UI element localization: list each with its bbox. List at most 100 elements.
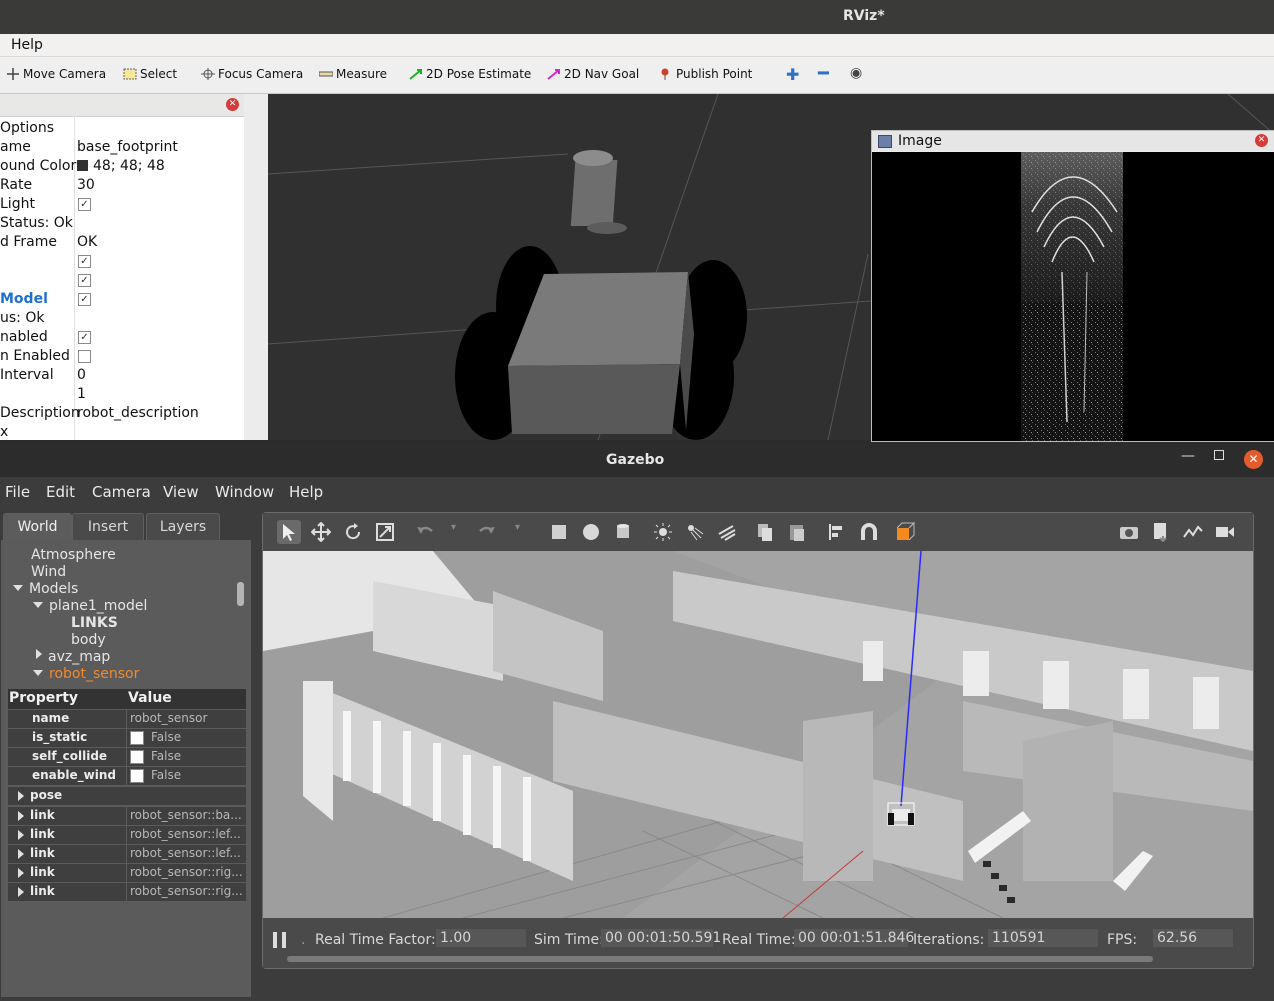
tree-item-avz-map[interactable]: avz_map [36, 649, 110, 665]
checkbox[interactable] [130, 731, 144, 745]
translate-icon[interactable] [311, 522, 331, 542]
expand-arrow-icon[interactable] [18, 849, 24, 859]
screenshot-camera-icon[interactable] [1119, 522, 1139, 542]
panel-splitter[interactable] [244, 94, 268, 440]
eye-icon[interactable]: ◉ [850, 65, 862, 81]
gazebo-3d-scene[interactable] [263, 551, 1253, 918]
property-row-link[interactable]: link robot_sensor::rig... [8, 883, 246, 902]
plot-icon[interactable] [1183, 522, 1203, 542]
tab-insert[interactable]: Insert [72, 513, 144, 540]
sphere-shape-icon[interactable] [581, 522, 601, 542]
property-row-is-static[interactable]: is_static False [8, 729, 246, 748]
tree-scrollbar[interactable] [237, 582, 244, 606]
snap-magnet-icon[interactable] [859, 522, 879, 542]
remove-tool-icon[interactable]: ━ [818, 63, 829, 84]
expand-arrow-icon[interactable] [13, 585, 23, 591]
add-tool-icon[interactable]: ✚ [786, 65, 799, 84]
redo-icon[interactable] [477, 522, 497, 542]
checkbox[interactable]: ✓ [78, 293, 91, 306]
display-row[interactable]: n Enabled [0, 347, 244, 366]
box-shape-icon[interactable] [549, 522, 569, 542]
display-row[interactable]: ✓ [0, 271, 244, 290]
tree-item-robot-sensor[interactable]: robot_sensor [33, 666, 139, 682]
display-row[interactable]: Light ✓ [0, 195, 244, 214]
pause-icon[interactable] [273, 932, 287, 948]
paste-icon[interactable] [787, 522, 807, 542]
point-light-icon[interactable] [653, 522, 673, 542]
scale-icon[interactable] [375, 522, 395, 542]
video-record-icon[interactable] [1215, 522, 1235, 542]
display-row[interactable]: Status: Ok [0, 214, 244, 233]
display-row[interactable]: Description robot_description [0, 404, 244, 423]
display-row[interactable]: ame base_footprint [0, 138, 244, 157]
tree-item-models[interactable]: Models [13, 581, 78, 597]
menu-camera[interactable]: Camera [92, 483, 151, 501]
checkbox[interactable] [130, 769, 144, 783]
tab-world[interactable]: World [3, 513, 72, 540]
menu-help[interactable]: Help [289, 483, 323, 501]
property-row-enable-wind[interactable]: enable_wind False [8, 767, 246, 786]
tab-layers[interactable]: Layers [146, 513, 220, 540]
checkbox[interactable]: ✓ [78, 274, 91, 287]
collapse-arrow-icon[interactable] [36, 649, 42, 659]
focus-camera-tool[interactable]: Focus Camera [201, 67, 303, 81]
checkbox[interactable] [130, 750, 144, 764]
directional-light-icon[interactable] [717, 522, 737, 542]
expand-arrow-icon[interactable] [18, 811, 24, 821]
tree-item-links[interactable]: LINKS [71, 615, 118, 631]
dropdown-arrow-icon[interactable]: ▾ [451, 522, 471, 542]
copy-icon[interactable] [755, 522, 775, 542]
maximize-icon[interactable] [1214, 450, 1224, 460]
display-row[interactable]: Interval 0 [0, 366, 244, 385]
display-row[interactable]: 1 [0, 385, 244, 404]
expand-arrow-icon[interactable] [18, 868, 24, 878]
select-arrow-icon[interactable] [277, 520, 301, 544]
cylinder-shape-icon[interactable] [613, 522, 633, 542]
expand-arrow-icon[interactable] [18, 791, 24, 801]
menu-edit[interactable]: Edit [46, 483, 75, 501]
property-row-link[interactable]: link robot_sensor::lef... [8, 826, 246, 845]
align-icon[interactable] [827, 522, 847, 542]
select-tool[interactable]: Select [123, 67, 177, 81]
dropdown-arrow-icon[interactable]: ▾ [515, 522, 535, 542]
expand-arrow-icon[interactable] [18, 830, 24, 840]
property-row-name[interactable]: name robot_sensor [8, 710, 246, 729]
tree-item-body[interactable]: body [71, 632, 106, 648]
spot-light-icon[interactable] [685, 522, 705, 542]
display-row[interactable]: d Frame OK [0, 233, 244, 252]
checkbox[interactable]: ✓ [78, 198, 91, 211]
undo-icon[interactable] [415, 522, 435, 542]
pose-estimate-tool[interactable]: 2D Pose Estimate [409, 67, 531, 81]
display-row[interactable]: us: Ok [0, 309, 244, 328]
expand-arrow-icon[interactable] [33, 670, 43, 676]
close-icon[interactable]: ✕ [226, 98, 239, 111]
close-icon[interactable]: ✕ [1244, 450, 1263, 469]
menu-view[interactable]: View [163, 483, 199, 501]
checkbox[interactable] [78, 350, 91, 363]
menu-window[interactable]: Window [215, 483, 274, 501]
display-row[interactable]: Options [0, 119, 244, 138]
checkbox[interactable]: ✓ [78, 255, 91, 268]
checkbox[interactable]: ✓ [78, 331, 91, 344]
rviz-menu-help[interactable]: Help [11, 37, 43, 53]
view-angle-icon[interactable] [895, 522, 915, 542]
display-row[interactable]: Rate 30 [0, 176, 244, 195]
menu-file[interactable]: File [5, 483, 30, 501]
nav-goal-tool[interactable]: 2D Nav Goal [547, 67, 639, 81]
log-icon[interactable] [1151, 522, 1171, 542]
minimize-icon[interactable]: — [1181, 448, 1195, 464]
display-row[interactable]: ✓ [0, 252, 244, 271]
display-row[interactable]: Model ✓ [0, 290, 244, 309]
display-row[interactable]: x [0, 423, 244, 440]
display-row[interactable]: nabled ✓ [0, 328, 244, 347]
measure-tool[interactable]: Measure [319, 67, 387, 81]
property-row-self-collide[interactable]: self_collide False [8, 748, 246, 767]
property-row-link[interactable]: link robot_sensor::lef... [8, 845, 246, 864]
tree-item-plane1-model[interactable]: plane1_model [33, 598, 147, 614]
expand-arrow-icon[interactable] [33, 602, 43, 608]
horizontal-scrollbar[interactable] [287, 956, 1153, 962]
publish-point-tool[interactable]: Publish Point [659, 67, 752, 81]
move-camera-tool[interactable]: Move Camera [6, 67, 106, 81]
property-row-link[interactable]: link robot_sensor::rig... [8, 864, 246, 883]
rotate-icon[interactable] [343, 522, 363, 542]
